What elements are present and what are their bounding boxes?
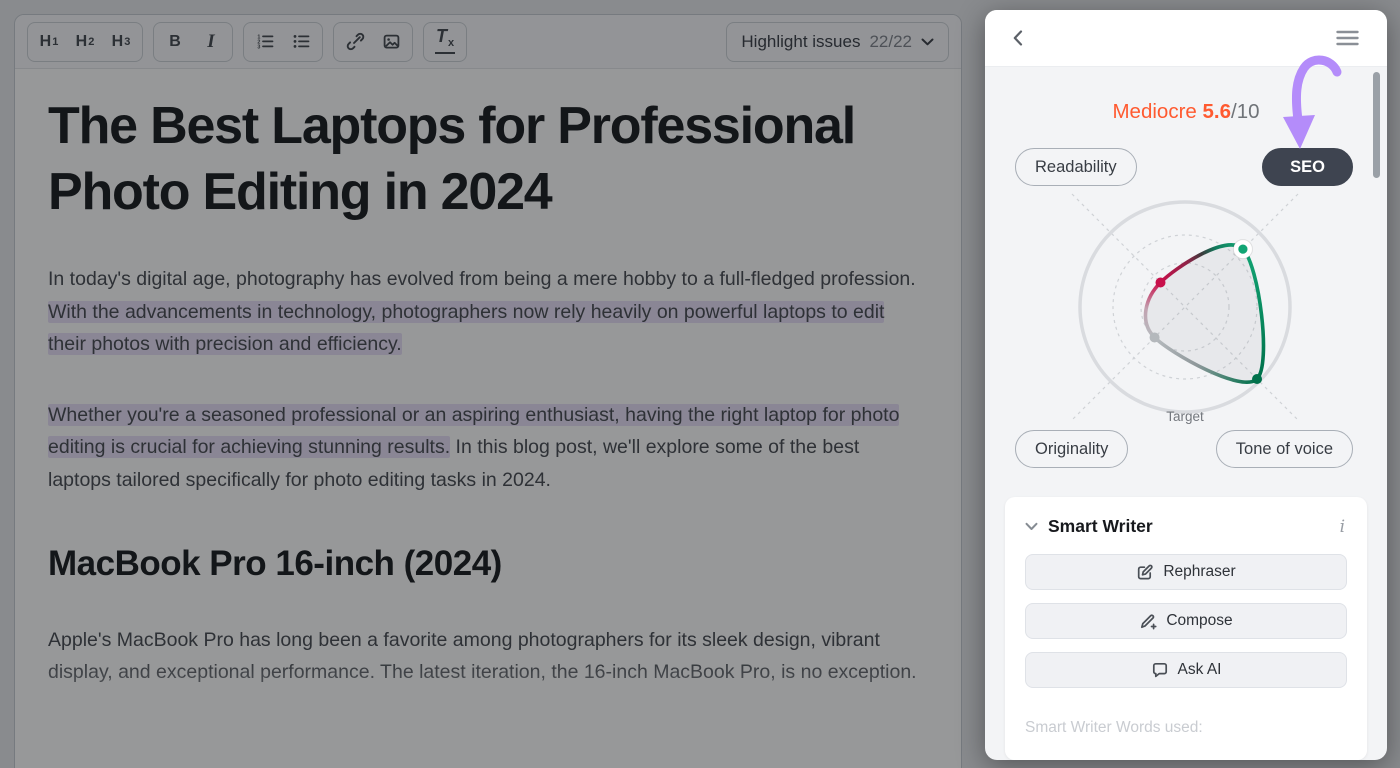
card-bottom-fade — [1005, 734, 1367, 760]
overall-score: Mediocre 5.6/10 — [985, 100, 1387, 124]
ask-ai-label: Ask AI — [1178, 661, 1222, 679]
score-value: 5.6 — [1203, 100, 1232, 123]
chevron-left-icon — [1013, 30, 1023, 46]
compose-button[interactable]: Compose — [1025, 603, 1347, 639]
readability-point — [1155, 277, 1165, 287]
score-max: /10 — [1231, 100, 1260, 123]
chevron-down-icon — [1025, 522, 1038, 531]
score-rating-label: Mediocre — [1112, 100, 1196, 123]
app-screen: H1 H2 H3 B I 123 — [0, 0, 1400, 768]
tab-seo[interactable]: SEO — [1262, 148, 1353, 186]
target-label: Target — [1166, 409, 1204, 424]
score-radar-gauge: Target — [1005, 192, 1367, 438]
smart-writer-card: Smart Writer i Rephraser Compose — [1005, 497, 1367, 760]
hamburger-icon — [1336, 30, 1359, 46]
info-icon[interactable]: i — [1338, 517, 1347, 537]
smart-writer-title: Smart Writer — [1048, 516, 1328, 537]
seo-point — [1238, 244, 1247, 253]
compose-icon — [1139, 612, 1157, 630]
panel-scrollbar-thumb[interactable] — [1373, 72, 1380, 178]
ask-ai-button[interactable]: Ask AI — [1025, 652, 1347, 688]
score-blob-fill — [1145, 245, 1263, 382]
originality-point — [1150, 332, 1160, 342]
tone-of-voice-point — [1252, 374, 1262, 384]
rephraser-label: Rephraser — [1163, 563, 1235, 581]
rephrase-icon — [1136, 563, 1154, 581]
menu-button[interactable] — [1332, 26, 1363, 50]
assistant-panel: Mediocre 5.6/10 Readability SEO Original… — [985, 10, 1387, 760]
rephraser-button[interactable]: Rephraser — [1025, 554, 1347, 590]
compose-label: Compose — [1166, 612, 1232, 630]
panel-header — [985, 10, 1387, 67]
smart-writer-header[interactable]: Smart Writer i — [1025, 516, 1347, 537]
chat-icon — [1151, 661, 1169, 679]
tab-readability[interactable]: Readability — [1015, 148, 1137, 186]
back-button[interactable] — [1009, 26, 1027, 50]
